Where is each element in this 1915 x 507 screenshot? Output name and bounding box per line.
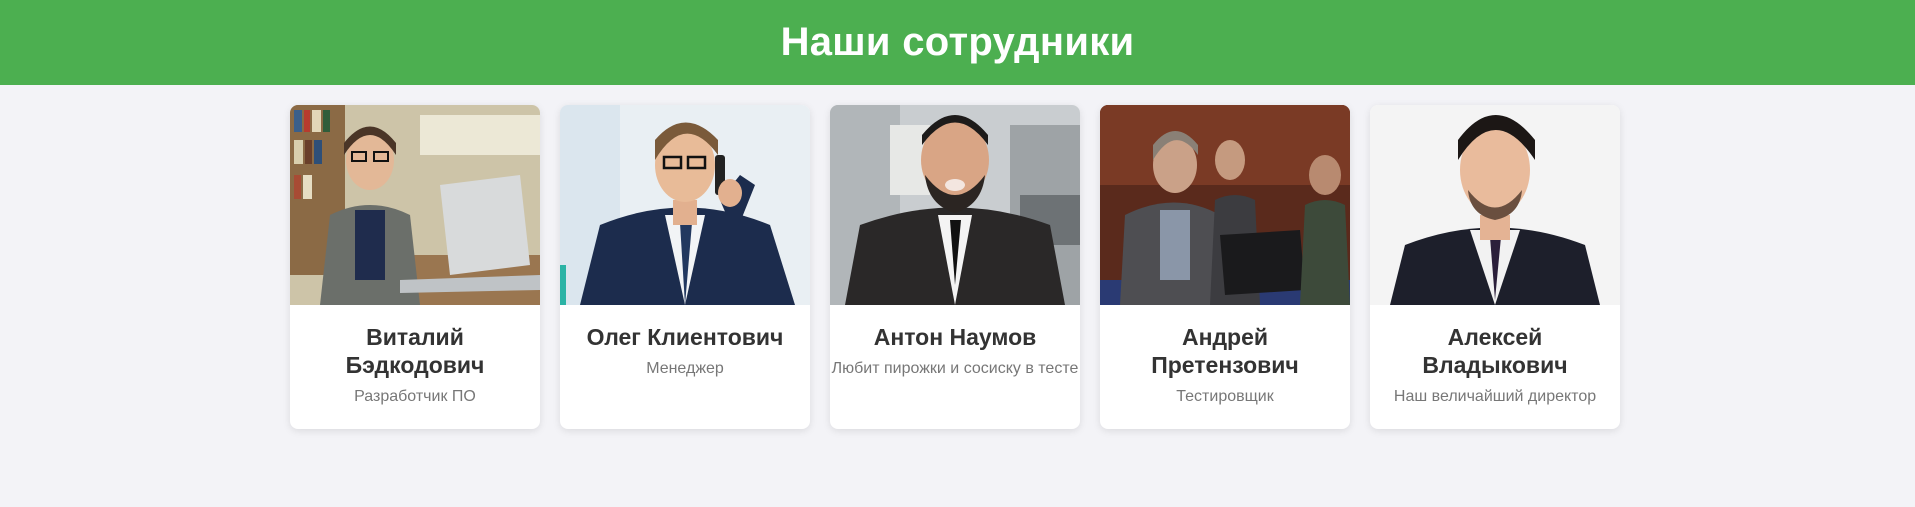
employee-cards: Виталий Бэдкодович Разработчик ПО Олег К… [290,105,1620,429]
employee-role: Любит пирожки и сосиску в тесте [831,360,1079,377]
page-header: Наши сотрудники [0,0,1915,85]
employee-card[interactable]: Андрей Претензович Тестировщик [1100,105,1350,429]
employee-role: Наш величайший директор [1393,388,1597,405]
employee-name: Антон Наумов [873,324,1037,350]
employee-card[interactable]: Антон Наумов Любит пирожки и сосиску в т… [830,105,1080,429]
employee-card[interactable]: Алексей Владыкович Наш величайший директ… [1370,105,1620,429]
employee-role: Разработчик ПО [354,388,476,405]
tester-photo [1100,105,1350,305]
employee-photo [830,105,1080,305]
employee-card[interactable]: Олег Клиентович Менеджер [560,105,810,429]
employee-name: Алексей Владыкович [1422,324,1568,378]
page-title: Наши сотрудники [780,20,1135,64]
employee-name: Олег Клиентович [586,324,784,350]
employee-role: Менеджер [646,360,724,377]
employee-name: Андрей Претензович [1151,324,1299,378]
employee-role: Тестировщик [1176,388,1274,405]
employee-card[interactable]: Виталий Бэдкодович Разработчик ПО [290,105,540,429]
director-photo [1370,105,1620,305]
manager-photo [560,105,810,305]
developer-photo [290,105,540,305]
employee-name: Виталий Бэдкодович [345,324,485,378]
